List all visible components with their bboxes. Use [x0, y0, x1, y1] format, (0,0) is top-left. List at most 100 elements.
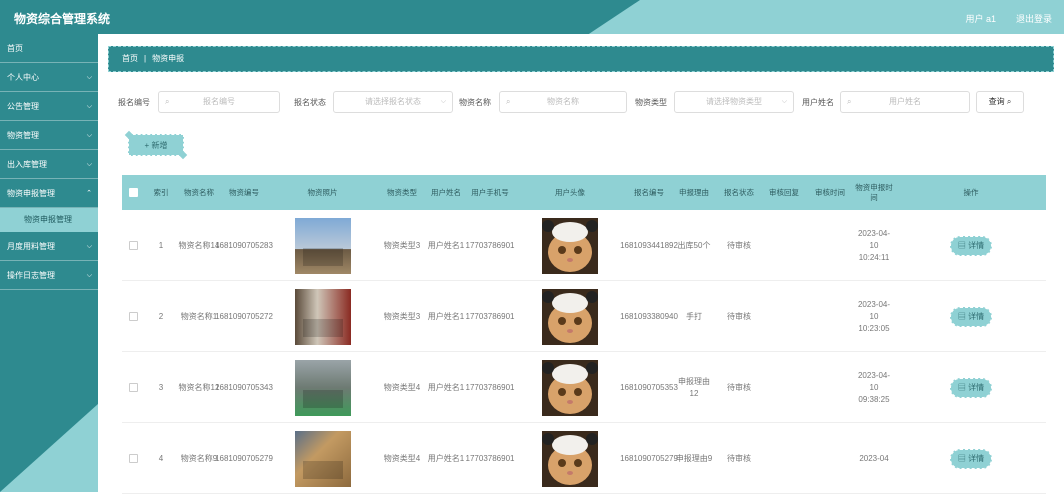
cell-type: 物资类型4 [383, 453, 421, 463]
report-no-label: 报名编号 [118, 98, 150, 107]
filter-bar: 报名编号 ⌕ 报名编号 报名状态 请选择报名状态 ⌵ 物资名称 ⌕ 物资名称 物资类型… [118, 91, 1058, 113]
material-name-input[interactable]: ⌕ 物资名称 [499, 91, 627, 113]
table-row: 2 物资名称1 1681090705272 物资类型3 用户姓名1 17703786901… [122, 281, 1046, 352]
row-checkbox[interactable] [128, 454, 138, 463]
sidebar-item-operation-logs[interactable]: 操作日志管理 ⌵ [0, 261, 98, 290]
search-icon: ⌕ [1006, 97, 1012, 106]
user-avatar [542, 430, 598, 487]
sidebar-item-label: 物资管理 [7, 131, 39, 140]
material-type-label: 物资类型 [635, 98, 667, 107]
chevron-down-icon: ⌵ [781, 98, 787, 105]
sidebar-item-personal-center[interactable]: 个人中心 ⌵ [0, 63, 98, 92]
cell-ops: ▤ 详情 [896, 210, 1046, 281]
search-button[interactable]: 查询 ⌕ [976, 91, 1024, 113]
status-select[interactable]: 请选择报名状态 ⌵ [333, 91, 453, 113]
chevron-down-icon: ⌵ [86, 272, 92, 279]
document-icon: ▤ [957, 311, 966, 321]
cell-reply [762, 423, 806, 494]
row-select-cell [122, 423, 144, 494]
breadcrumb-separator: | [144, 54, 147, 63]
cell-photo [270, 352, 375, 423]
cell-code: 1681090705279 [215, 453, 273, 463]
user-avatar [542, 359, 598, 416]
cell-index: 4 [158, 453, 164, 463]
sidebar-item-announcements[interactable]: 公告管理 ⌵ [0, 92, 98, 121]
cell-avatar [516, 352, 624, 423]
row-checkbox[interactable] [128, 312, 138, 321]
material-type-select[interactable]: 请选择物资类型 ⌵ [674, 91, 794, 113]
row-select-cell [122, 352, 144, 423]
col-reply: 审核回复 [769, 187, 799, 197]
cell-status: 待审核 [727, 240, 751, 250]
row-checkbox[interactable] [128, 241, 138, 250]
cell-index: 2 [158, 311, 164, 321]
select-all-cell [122, 175, 144, 210]
sidebar-item-label: 物资申报管理 [7, 189, 55, 198]
col-audit-time: 审核时间 [815, 187, 845, 197]
col-phone: 用户手机号 [471, 187, 509, 197]
detail-button[interactable]: ▤ 详情 [950, 448, 992, 469]
cell-ops: ▤ 详情 [896, 281, 1046, 352]
cell-code: 1681090705283 [215, 240, 273, 250]
logout-link[interactable]: 退出登录 [1016, 12, 1052, 25]
user-name-label: 用户姓名 [802, 98, 834, 107]
detail-button[interactable]: ▤ 详情 [950, 306, 992, 327]
cell-regno: 1681093441892 [620, 240, 678, 250]
add-button[interactable]: + 新增 [128, 134, 184, 156]
col-reg-no: 报名编号 [634, 187, 664, 197]
sidebar: 首页 个人中心 ⌵ 公告管理 ⌵ 物资管理 ⌵ 出入库管理 ⌵ 物资申报管理 ⌃ 物资申报… [0, 34, 98, 492]
report-no-input[interactable]: ⌕ 报名编号 [158, 91, 280, 113]
cell-photo [270, 281, 375, 352]
col-reason: 申报理由 [679, 187, 709, 197]
col-ops: 操作 [963, 187, 979, 197]
sidebar-item-monthly-usage[interactable]: 月度用料管理 ⌵ [0, 232, 98, 261]
cell-reply [762, 352, 806, 423]
cell-phone: 17703786901 [465, 240, 515, 250]
col-code: 物资编号 [229, 187, 259, 197]
chevron-down-icon: ⌵ [440, 98, 446, 105]
detail-button[interactable]: ▤ 详情 [950, 377, 992, 398]
cell-uname: 用户姓名1 [427, 453, 465, 463]
material-photo [294, 430, 351, 487]
cell-audit_time [808, 210, 852, 281]
col-name: 物资名称 [184, 187, 214, 197]
cell-audit_time [808, 352, 852, 423]
detail-button[interactable]: ▤ 详情 [950, 235, 992, 256]
cell-time: 2023-04-10 10:24:11 [857, 228, 891, 262]
col-type: 物资类型 [387, 187, 417, 197]
table-header: 索引 物资名称 物资编号 物资照片 物资类型 用户姓名 用户手机号 用户头像 报… [122, 175, 1046, 210]
sidebar-item-stock-io[interactable]: 出入库管理 ⌵ [0, 150, 98, 179]
cell-reason: 手打 [686, 311, 702, 321]
cell-time: 2023-04-10 10:23:05 [857, 299, 891, 333]
sidebar-item-label: 出入库管理 [7, 160, 47, 169]
sidebar-subitem-material-reports[interactable]: 物资申报管理 [0, 208, 98, 232]
sidebar-item-material-reports[interactable]: 物资申报管理 ⌃ [0, 179, 98, 208]
material-photo [294, 217, 351, 274]
sidebar-item-materials[interactable]: 物资管理 ⌵ [0, 121, 98, 150]
document-icon: ▤ [957, 240, 966, 250]
cell-phone: 17703786901 [465, 382, 515, 392]
cell-index: 1 [158, 240, 164, 250]
main-content: 首页 | 物资申报 报名编号 ⌕ 报名编号 报名状态 请选择报名状态 ⌵ 物资名称 ⌕ 物… [98, 34, 1064, 494]
sidebar-item-home[interactable]: 首页 [0, 34, 98, 63]
row-checkbox[interactable] [128, 383, 138, 392]
breadcrumb: 首页 | 物资申报 [108, 46, 1054, 72]
cell-type: 物资类型3 [383, 311, 421, 321]
cell-code: 1681090705272 [215, 311, 273, 321]
cell-type: 物资类型4 [383, 382, 421, 392]
cell-uname: 用户姓名1 [427, 382, 465, 392]
cell-uname: 用户姓名1 [427, 311, 465, 321]
col-index: 索引 [153, 187, 169, 197]
cell-phone: 17703786901 [465, 453, 515, 463]
user-name-input[interactable]: ⌕ 用户姓名 [840, 91, 970, 113]
sidebar-decoration [0, 404, 98, 492]
cell-name: 物资名称14 [178, 240, 220, 250]
status-label: 报名状态 [294, 98, 326, 107]
cell-ops: ▤ 详情 [896, 423, 1046, 494]
breadcrumb-home[interactable]: 首页 [122, 54, 138, 63]
select-all-checkbox[interactable] [128, 188, 138, 197]
top-bar: 物资综合管理系统 用户 a1 退出登录 [0, 0, 1064, 34]
chevron-down-icon: ⌵ [86, 161, 92, 168]
table-row: 4 物资名称9 1681090705279 物资类型4 用户姓名1 17703786901… [122, 423, 1046, 494]
user-avatar [542, 288, 598, 345]
